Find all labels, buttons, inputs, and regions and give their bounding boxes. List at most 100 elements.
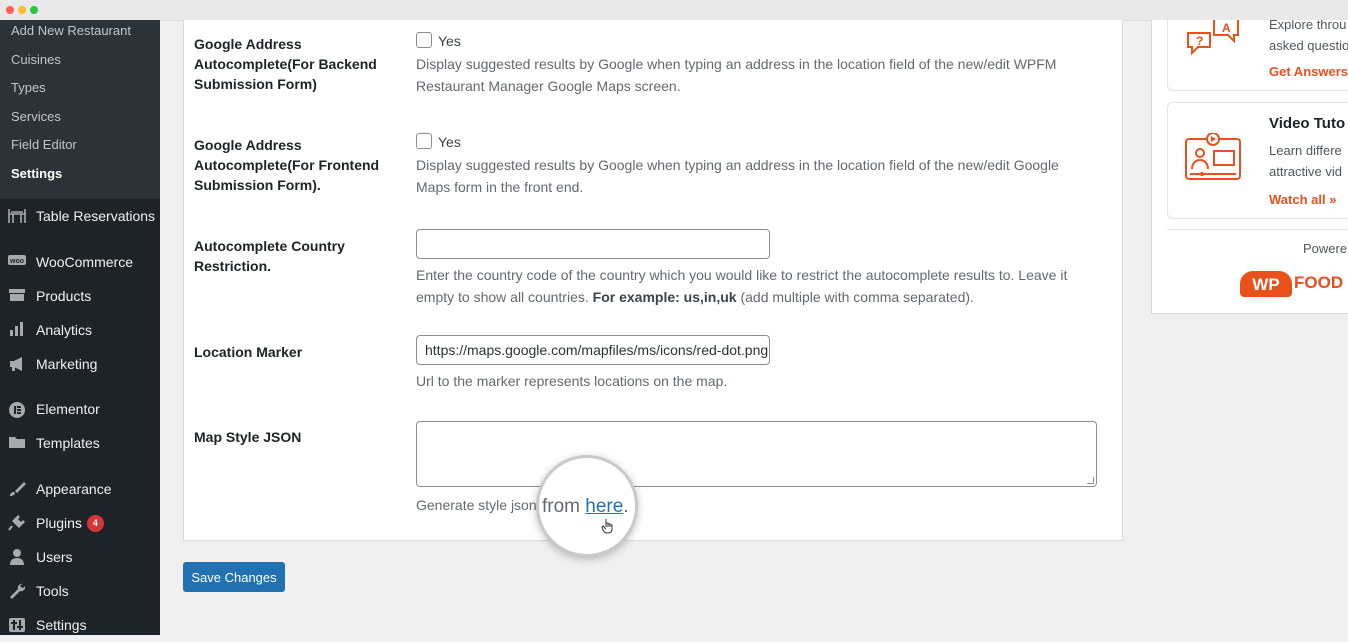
help-divider — [1167, 229, 1348, 230]
location-marker-input[interactable]: https://maps.google.com/mapfiles/ms/icon… — [416, 335, 770, 365]
magnified-text: from here. — [542, 496, 629, 518]
video-text-line2: attractive vid — [1269, 164, 1342, 179]
location-marker-field: https://maps.google.com/mapfiles/ms/icon… — [416, 335, 1096, 392]
video-tutorials-card: Video Tuto Learn differe attractive vid … — [1167, 102, 1348, 219]
svg-text:woo: woo — [9, 258, 24, 265]
backend-autocomplete-checkbox[interactable] — [416, 32, 432, 48]
sidebar-item-label: Settings — [36, 617, 87, 633]
country-restriction-input[interactable] — [416, 229, 770, 259]
close-window-icon[interactable] — [6, 6, 14, 14]
submenu-field-editor[interactable]: Field Editor — [0, 134, 160, 163]
submenu-types[interactable]: Types — [0, 77, 160, 106]
get-answers-link[interactable]: Get Answers — [1269, 64, 1348, 79]
settings-icon — [8, 617, 26, 633]
svg-text:?: ? — [1196, 34, 1203, 48]
map-style-json-field: Generate style json — [416, 421, 1097, 516]
sidebar-item-users[interactable]: Users — [0, 540, 160, 574]
wrench-icon — [8, 583, 26, 599]
frontend-autocomplete-field: Yes Display suggested results by Google … — [416, 133, 1096, 198]
backend-autocomplete-checkbox-label[interactable]: Yes — [438, 33, 461, 49]
sidebar-item-label: Plugins — [36, 515, 82, 531]
sidebar-item-table-reservations[interactable]: Table Reservations — [0, 199, 160, 233]
sidebar-item-elementor[interactable]: Elementor — [0, 392, 160, 426]
sidebar-item-label: Users — [36, 549, 73, 565]
table-icon — [8, 208, 26, 224]
submenu-add-new-restaurant[interactable]: Add New Restaurant — [0, 20, 160, 49]
elementor-icon — [8, 401, 26, 418]
frontend-autocomplete-checkbox[interactable] — [416, 133, 432, 149]
minimize-window-icon[interactable] — [18, 6, 26, 14]
backend-autocomplete-checkbox-row[interactable]: Yes — [416, 32, 1096, 50]
restaurant-submenu: Add New Restaurant Cuisines Types Servic… — [0, 20, 160, 199]
location-marker-label: Location Marker — [194, 344, 303, 360]
logo-wp-text: WP — [1240, 271, 1292, 297]
frontend-autocomplete-checkbox-label[interactable]: Yes — [438, 134, 461, 150]
submenu-settings[interactable]: Settings — [0, 163, 160, 192]
paintbrush-icon — [8, 481, 26, 497]
sidebar-item-plugins[interactable]: Plugins 4 — [0, 506, 160, 540]
users-icon — [8, 549, 26, 565]
magnified-prefix: from — [542, 496, 580, 517]
video-tutorials-title: Video Tuto — [1269, 115, 1346, 132]
sidebar-item-tools[interactable]: Tools — [0, 574, 160, 608]
products-icon — [8, 288, 26, 304]
magnified-suffix: . — [623, 496, 629, 517]
country-restriction-description: Enter the country code of the country wh… — [416, 264, 1096, 308]
logo-food-text: FOOD — [1294, 273, 1344, 292]
sidebar-item-label: Templates — [36, 435, 100, 451]
submenu-services[interactable]: Services — [0, 106, 160, 135]
style-generator-link[interactable]: here — [585, 496, 623, 517]
save-changes-button[interactable]: Save Changes — [183, 562, 285, 592]
faq-text-line2: asked questio — [1269, 38, 1348, 53]
powered-by-text: Powere — [1303, 241, 1348, 256]
wp-food-logo[interactable]: WP FOOD — [1238, 263, 1348, 303]
hand-cursor-icon — [601, 518, 615, 537]
sidebar-item-label: Elementor — [36, 401, 100, 417]
admin-sidebar: Add New Restaurant Cuisines Types Servic… — [0, 20, 160, 635]
sidebar-item-label: Tools — [36, 583, 69, 599]
backend-autocomplete-field: Yes Display suggested results by Google … — [416, 32, 1096, 97]
sidebar-item-settings[interactable]: Settings — [0, 608, 160, 642]
sidebar-item-label: Marketing — [36, 356, 98, 372]
country-restriction-label: Autocomplete Country Restriction. — [194, 238, 345, 274]
backend-autocomplete-description: Display suggested results by Google when… — [416, 56, 1057, 94]
frontend-autocomplete-description: Display suggested results by Google when… — [416, 157, 1059, 195]
sidebar-item-label: WooCommerce — [36, 254, 133, 270]
sidebar-item-label: Table Reservations — [36, 208, 156, 224]
analytics-icon — [8, 322, 26, 338]
country-example-note: (add multiple with comma separated). — [740, 289, 974, 305]
sidebar-item-appearance[interactable]: Appearance — [0, 472, 160, 506]
woocommerce-icon: woo — [8, 254, 26, 270]
svg-text:A: A — [1222, 21, 1231, 35]
sidebar-item-templates[interactable]: Templates — [0, 426, 160, 460]
sidebar-item-analytics[interactable]: Analytics — [0, 313, 160, 347]
zoom-magnifier: from here. — [536, 455, 638, 557]
country-example-value: us,in,uk — [683, 289, 737, 305]
sidebar-item-woocommerce[interactable]: woo WooCommerce — [0, 245, 160, 279]
country-example-label: For example: — [592, 289, 680, 305]
faq-text-line1: Explore throu — [1269, 20, 1347, 32]
faq-card: ? A Explore throu asked questio Get Answ… — [1167, 20, 1348, 91]
faq-icon: ? A — [1187, 20, 1239, 56]
backend-autocomplete-label: Google Address Autocomplete(For Backend … — [194, 36, 377, 92]
frontend-autocomplete-label: Google Address Autocomplete(For Frontend… — [194, 137, 380, 193]
megaphone-icon — [8, 356, 26, 372]
map-style-json-textarea[interactable] — [416, 421, 1097, 487]
submenu-cuisines[interactable]: Cuisines — [0, 49, 160, 78]
plugin-icon — [8, 515, 26, 531]
sidebar-item-products[interactable]: Products — [0, 279, 160, 313]
sidebar-item-label: Products — [36, 288, 92, 304]
location-marker-description: Url to the marker represents locations o… — [416, 373, 728, 389]
textarea-resize-handle[interactable] — [1087, 477, 1094, 484]
maximize-window-icon[interactable] — [30, 6, 38, 14]
video-tutorial-icon — [1185, 133, 1241, 180]
plugins-update-badge: 4 — [86, 515, 104, 532]
watch-all-link[interactable]: Watch all » — [1269, 192, 1336, 207]
settings-panel: Google Address Autocomplete(For Backend … — [183, 20, 1123, 541]
sidebar-item-label: Analytics — [36, 322, 93, 338]
sidebar-item-marketing[interactable]: Marketing — [0, 347, 160, 381]
folder-icon — [8, 435, 26, 451]
frontend-autocomplete-checkbox-row[interactable]: Yes — [416, 133, 1096, 151]
country-restriction-field: Enter the country code of the country wh… — [416, 229, 1096, 308]
sidebar-item-label: Appearance — [36, 481, 112, 497]
